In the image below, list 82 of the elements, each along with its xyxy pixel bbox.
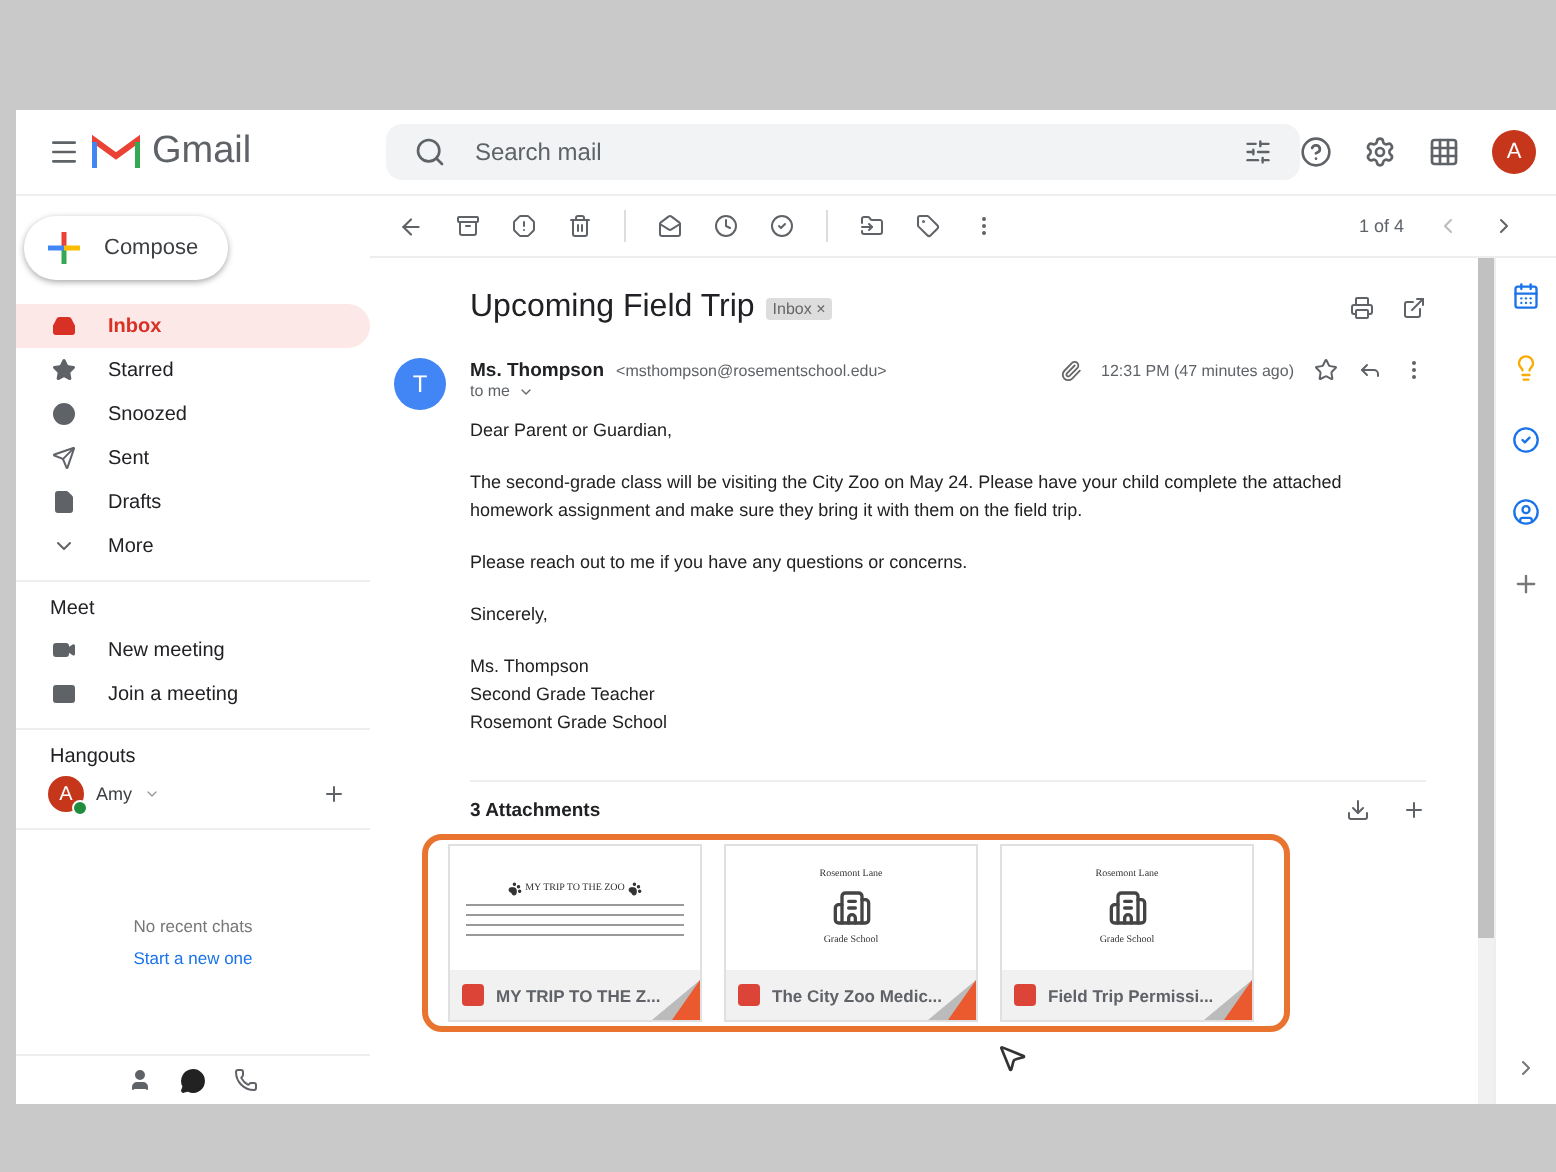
section-title: Meet <box>16 580 370 628</box>
compose-button[interactable]: Compose <box>24 216 228 280</box>
file-name: Field Trip Permissi... <box>1048 985 1214 1005</box>
task-check-icon[interactable] <box>1512 426 1540 454</box>
sender-name: Ms. Thompson <box>470 359 605 381</box>
attachments-title: 3 Attachments <box>470 799 603 821</box>
nav-item[interactable]: Snoozed <box>16 392 370 436</box>
back-icon[interactable] <box>398 213 424 239</box>
inbox-label[interactable]: Inbox × <box>766 297 832 319</box>
filter-sliders-icon[interactable] <box>1244 138 1272 166</box>
sent-time: 12:31 PM (47 minutes ago) <box>1101 361 1294 379</box>
body-paragraph: Dear Parent or Guardian, <box>470 418 675 444</box>
user-avatar: A <box>48 776 84 812</box>
pdf-icon <box>738 984 760 1006</box>
add-icon[interactable] <box>322 782 346 806</box>
search-icon <box>414 136 447 168</box>
signature-line: Rosemont Grade School <box>470 710 670 736</box>
person-icon[interactable] <box>128 1068 152 1092</box>
video-camera-icon <box>52 638 76 662</box>
envelope-logo-icon <box>92 134 140 170</box>
nav-item[interactable]: Drafts <box>16 480 370 524</box>
pager-text: 1 of 4 <box>1358 216 1404 236</box>
add-icon[interactable] <box>1512 570 1540 598</box>
school-building-icon <box>1107 888 1147 928</box>
nav-item[interactable]: Starred <box>16 348 370 392</box>
email-subject: Upcoming Field Trip <box>470 290 755 326</box>
empty-message: No recent chats <box>133 916 253 936</box>
chat-bubble-icon[interactable] <box>180 1067 206 1093</box>
account-avatar[interactable]: A <box>1492 130 1536 174</box>
nav-item[interactable]: More <box>16 524 370 568</box>
nav-item[interactable]: Inbox <box>16 304 370 348</box>
apps-grid-icon[interactable] <box>1428 136 1460 168</box>
star-icon[interactable] <box>1314 358 1338 382</box>
pdf-icon <box>462 984 484 1006</box>
app-name: Gmail <box>152 130 252 174</box>
settings-icon[interactable] <box>1364 136 1396 168</box>
signature-line: Ms. Thompson <box>470 654 591 680</box>
sender-email: <msthompson@rosementschool.edu> <box>616 361 887 379</box>
reply-icon[interactable] <box>1358 358 1382 382</box>
folder-icon[interactable] <box>860 214 884 238</box>
mail-open-icon[interactable] <box>658 214 682 238</box>
file-icon <box>52 490 76 514</box>
menu-icon[interactable] <box>48 136 80 168</box>
star-icon <box>52 358 76 382</box>
signature-line: Second Grade Teacher <box>470 682 657 708</box>
file-name: MY TRIP TO THE Z... <box>496 985 661 1005</box>
nav-item[interactable]: Sent <box>16 436 370 480</box>
contact-icon[interactable] <box>1512 498 1540 526</box>
search-field[interactable]: Search mail <box>470 136 1220 168</box>
start-chat-link[interactable]: Start a new one <box>133 948 253 968</box>
help-icon[interactable] <box>1300 136 1332 168</box>
pdf-icon <box>1014 984 1036 1006</box>
caret-icon[interactable] <box>144 786 160 802</box>
school-building-icon <box>831 888 871 928</box>
tag-icon[interactable] <box>916 214 940 238</box>
download-icon[interactable] <box>1346 798 1370 822</box>
check-circle-icon[interactable] <box>770 214 794 238</box>
sender-avatar: T <box>394 358 446 410</box>
alert-icon[interactable] <box>512 214 536 238</box>
phone-icon[interactable] <box>234 1068 258 1092</box>
user-name[interactable]: Amy <box>96 784 132 804</box>
plus-icon <box>48 232 80 264</box>
paw-print-icon <box>628 881 643 895</box>
delete-icon[interactable] <box>568 214 592 238</box>
paperclip-icon <box>1059 359 1081 381</box>
file-name: The City Zoo Medic... <box>772 985 943 1005</box>
body-paragraph: The second-grade class will be visiting the City Zoo on May 24. Please have your child complete the attached homework assignment and make sure they bring it with them on the field trip. <box>470 470 1344 524</box>
external-link-icon[interactable] <box>1402 296 1426 320</box>
print-icon[interactable] <box>1350 296 1374 320</box>
meet-item[interactable]: Join a meeting <box>16 672 370 716</box>
meet-item[interactable]: New meeting <box>16 628 370 672</box>
body-paragraph: Please reach out to me if you have any questions or concerns. <box>470 550 970 576</box>
search-bar[interactable]: Search mail <box>386 124 1300 180</box>
archive-icon[interactable] <box>456 214 480 238</box>
section-title: Hangouts <box>16 728 370 776</box>
paw-print-icon <box>507 881 522 895</box>
body-paragraph: Sincerely, <box>470 602 550 628</box>
send-icon <box>52 446 76 470</box>
plus-icon[interactable] <box>1402 798 1426 822</box>
scrollbar-thumb[interactable] <box>1478 258 1494 938</box>
recipient-text: to me <box>470 382 511 400</box>
calendar-icon[interactable] <box>1512 282 1540 310</box>
